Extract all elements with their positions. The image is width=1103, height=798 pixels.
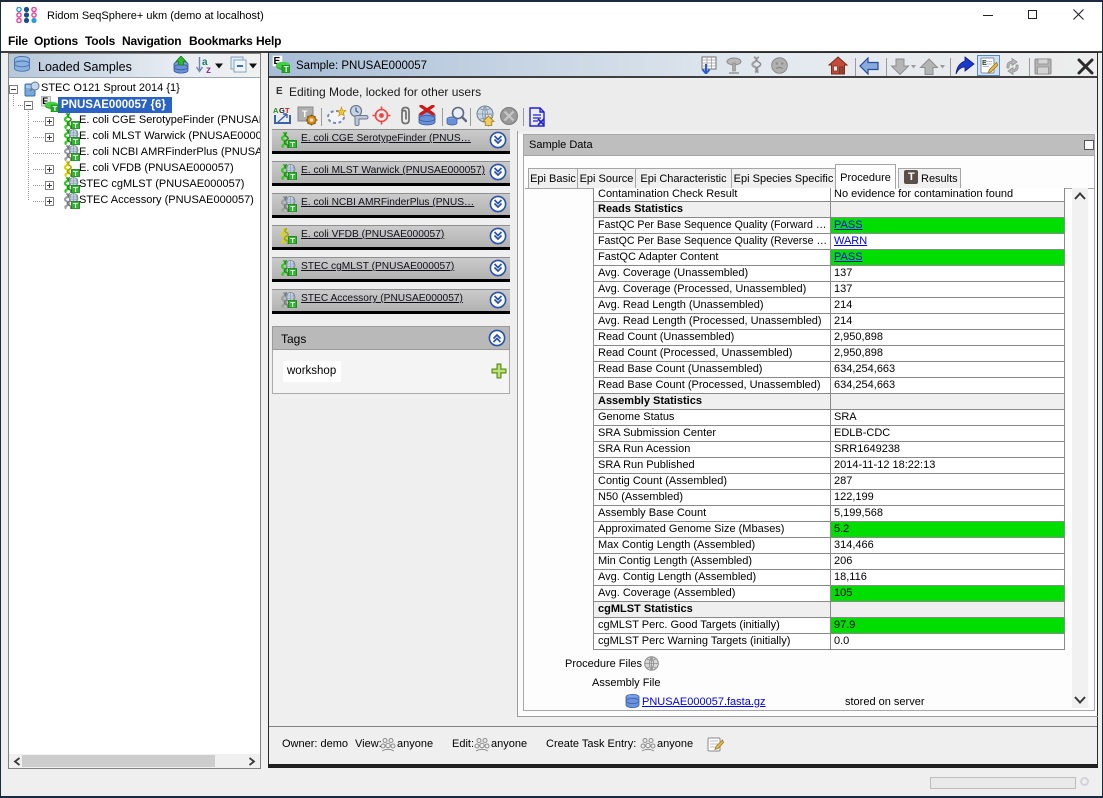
svg-text:T: T (290, 300, 295, 308)
svg-text:T: T (73, 137, 78, 145)
svg-text:T: T (73, 169, 78, 177)
svg-text:T: T (290, 268, 295, 276)
svg-text:T: T (290, 172, 295, 180)
svg-text:T: T (284, 65, 289, 73)
svg-text:T: T (73, 153, 78, 161)
svg-text:T: T (73, 201, 78, 209)
svg-text:T: T (290, 140, 295, 148)
svg-text:T: T (290, 236, 295, 244)
svg-text:T: T (302, 109, 308, 119)
svg-text:T: T (73, 185, 78, 193)
svg-text:T: T (53, 104, 58, 112)
svg-text:E: E (982, 60, 987, 67)
svg-text:z: z (206, 65, 211, 75)
svg-text:T: T (290, 204, 295, 212)
svg-text:T: T (73, 121, 78, 129)
